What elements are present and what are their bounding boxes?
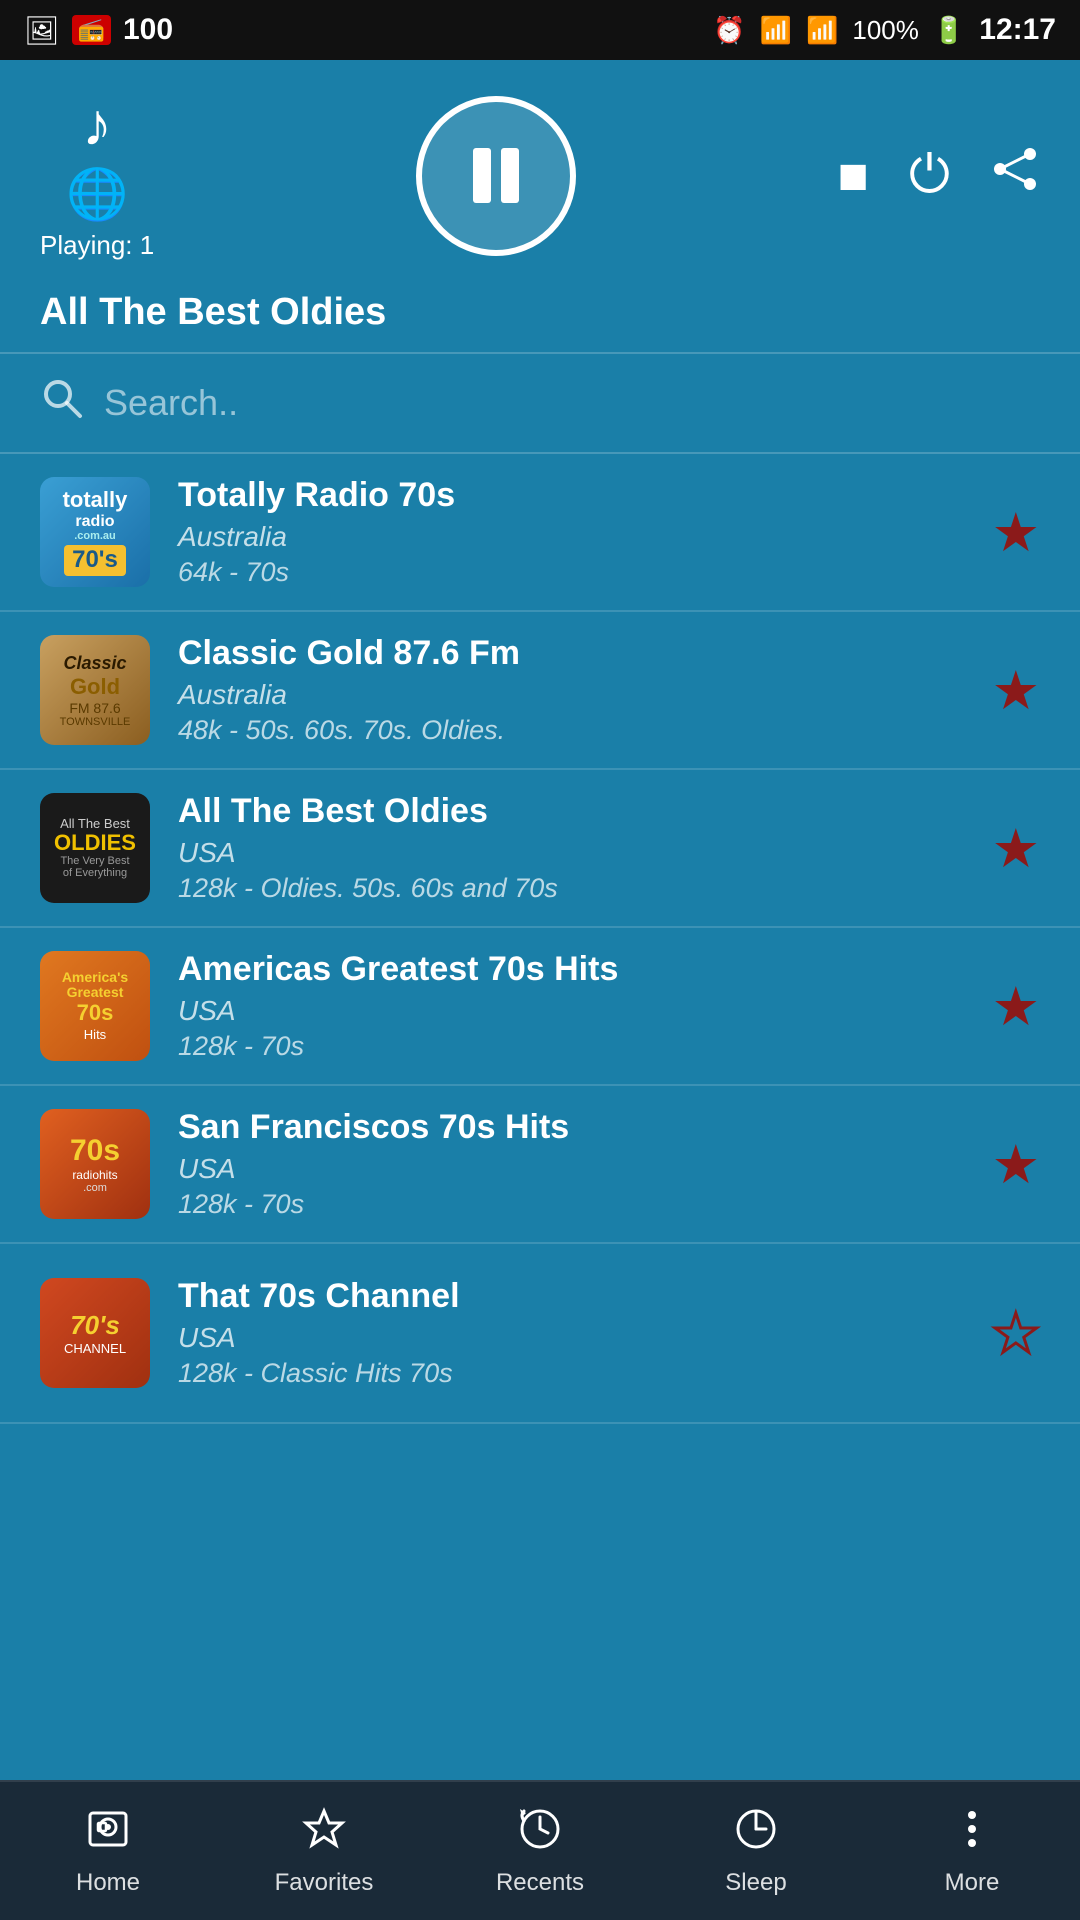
station-logo: totally radio .com.au 70's: [40, 477, 150, 587]
station-country: USA: [178, 1322, 972, 1354]
station-country: Australia: [178, 521, 972, 553]
station-name: Classic Gold 87.6 Fm: [178, 634, 972, 673]
station-meta: 128k - 70s: [178, 1031, 972, 1062]
sleep-label: Sleep: [725, 1869, 786, 1897]
photo-icon: 🖼: [24, 14, 60, 47]
station-name: That 70s Channel: [178, 1277, 972, 1316]
favorite-star[interactable]: ★: [992, 817, 1040, 880]
station-item[interactable]: America'sGreatest 70s Hits Americas Grea…: [0, 928, 1080, 1086]
pause-icon: [473, 148, 519, 203]
station-logo: Classic Gold FM 87.6 TOWNSVILLE: [40, 635, 150, 745]
header: ♪ 🌐 Playing: 1 ■ ⏻: [0, 60, 1080, 281]
station-name: Americas Greatest 70s Hits: [178, 950, 972, 989]
stop-button[interactable]: ■: [837, 146, 868, 206]
station-info: Americas Greatest 70s Hits USA 128k - 70…: [178, 950, 972, 1062]
station-item[interactable]: 70s radiohits .com San Franciscos 70s Hi…: [0, 1086, 1080, 1244]
now-playing-section: All The Best Oldies: [0, 281, 1080, 354]
station-country: USA: [178, 995, 972, 1027]
nav-item-favorites[interactable]: Favorites: [216, 1805, 432, 1897]
status-bar: 🖼 📻 100 ⏰ 📶 📶 100% 🔋 12:17: [0, 0, 1080, 60]
station-info: All The Best Oldies USA 128k - Oldies. 5…: [178, 792, 972, 904]
station-logo: 70s radiohits .com: [40, 1109, 150, 1219]
battery-percent: 100%: [852, 15, 919, 46]
nav-item-sleep[interactable]: Sleep: [648, 1805, 864, 1897]
favorite-star[interactable]: ★: [992, 1133, 1040, 1196]
station-item[interactable]: 70's CHANNEL That 70s Channel USA 128k -…: [0, 1244, 1080, 1424]
playing-label: Playing: 1: [40, 230, 154, 261]
favorite-star[interactable]: ★: [992, 975, 1040, 1038]
station-name: San Franciscos 70s Hits: [178, 1108, 972, 1147]
station-info: That 70s Channel USA 128k - Classic Hits…: [178, 1277, 972, 1389]
station-logo: 70's CHANNEL: [40, 1278, 150, 1388]
pause-button[interactable]: [416, 96, 576, 256]
clock: 12:17: [979, 13, 1056, 47]
wifi-icon: 📶: [760, 15, 792, 46]
signal-icon: 📶: [806, 15, 838, 46]
status-bar-right: ⏰ 📶 📶 100% 🔋 12:17: [713, 13, 1056, 47]
more-icon: [948, 1805, 996, 1861]
recents-label: Recents: [496, 1869, 584, 1897]
app-icon: 📻: [72, 15, 111, 45]
station-country: USA: [178, 837, 972, 869]
share-button[interactable]: [990, 144, 1040, 207]
station-info: Classic Gold 87.6 Fm Australia 48k - 50s…: [178, 634, 972, 746]
station-item[interactable]: totally radio .com.au 70's Totally Radio…: [0, 454, 1080, 612]
nav-item-more[interactable]: More: [864, 1805, 1080, 1897]
station-item[interactable]: Classic Gold FM 87.6 TOWNSVILLE Classic …: [0, 612, 1080, 770]
status-number: 100: [123, 13, 173, 47]
home-label: Home: [76, 1869, 140, 1897]
station-item[interactable]: All The Best OLDIES The Very Bestof Ever…: [0, 770, 1080, 928]
header-right: ■ ⏻: [837, 144, 1040, 207]
station-meta: 128k - 70s: [178, 1189, 972, 1220]
nav-item-recents[interactable]: Recents: [432, 1805, 648, 1897]
station-info: San Franciscos 70s Hits USA 128k - 70s: [178, 1108, 972, 1220]
more-label: More: [945, 1869, 1000, 1897]
nav-item-home[interactable]: Home: [0, 1805, 216, 1897]
favorite-star[interactable]: ★: [992, 659, 1040, 722]
station-list: totally radio .com.au 70's Totally Radio…: [0, 454, 1080, 1834]
search-bar[interactable]: [0, 354, 1080, 454]
station-meta: 128k - Oldies. 50s. 60s and 70s: [178, 873, 972, 904]
battery-icon: 🔋: [933, 15, 965, 46]
station-meta: 64k - 70s: [178, 557, 972, 588]
favorite-star[interactable]: ★: [992, 501, 1040, 564]
bottom-nav: Home Favorites Recents Sle: [0, 1780, 1080, 1920]
station-logo: All The Best OLDIES The Very Bestof Ever…: [40, 793, 150, 903]
globe-icon[interactable]: 🌐: [66, 165, 128, 224]
search-icon: [40, 376, 84, 430]
power-button[interactable]: ⏻: [909, 145, 950, 206]
header-left: ♪ 🌐 Playing: 1: [40, 90, 154, 261]
home-icon: [84, 1805, 132, 1861]
now-playing-title: All The Best Oldies: [40, 291, 386, 333]
favorite-star[interactable]: ★: [992, 1302, 1040, 1365]
recents-icon: [516, 1805, 564, 1861]
favorites-label: Favorites: [275, 1869, 374, 1897]
music-icon[interactable]: ♪: [82, 90, 112, 159]
header-center: [416, 96, 576, 256]
station-name: Totally Radio 70s: [178, 476, 972, 515]
favorites-icon: [300, 1805, 348, 1861]
station-country: USA: [178, 1153, 972, 1185]
status-bar-left: 🖼 📻 100: [24, 13, 173, 47]
station-country: Australia: [178, 679, 972, 711]
station-meta: 48k - 50s. 60s. 70s. Oldies.: [178, 715, 972, 746]
station-info: Totally Radio 70s Australia 64k - 70s: [178, 476, 972, 588]
alarm-icon: ⏰: [713, 15, 745, 46]
station-meta: 128k - Classic Hits 70s: [178, 1358, 972, 1389]
station-name: All The Best Oldies: [178, 792, 972, 831]
station-logo: America'sGreatest 70s Hits: [40, 951, 150, 1061]
search-input[interactable]: [104, 382, 1040, 424]
sleep-icon: [732, 1805, 780, 1861]
